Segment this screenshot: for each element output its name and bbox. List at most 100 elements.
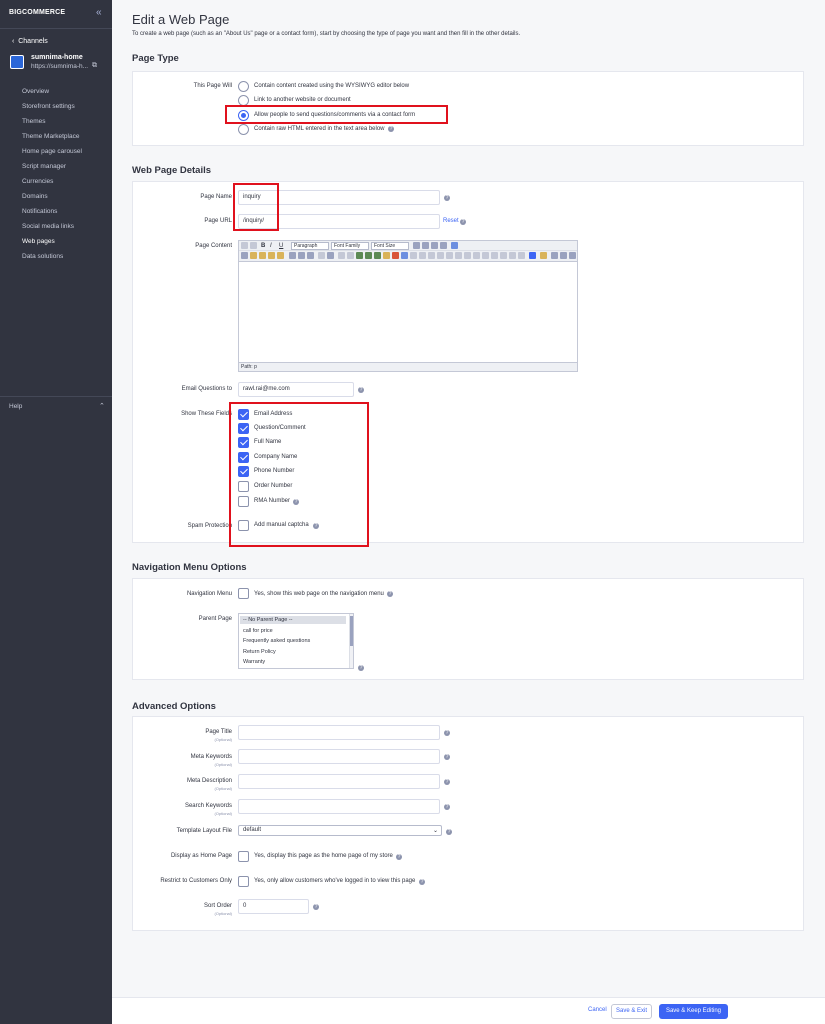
checkbox-restrict-customers[interactable] xyxy=(238,876,249,887)
save-exit-button[interactable]: Save & Exit xyxy=(611,1004,652,1019)
font-family-dropdown[interactable]: Font Family xyxy=(331,242,369,250)
align-right-icon[interactable] xyxy=(431,242,438,249)
delete-col-icon[interactable] xyxy=(473,252,480,259)
html-icon[interactable] xyxy=(401,252,408,259)
bigcommerce-logo[interactable]: BIGCOMMERCE xyxy=(9,9,65,16)
redo-icon[interactable] xyxy=(250,242,257,249)
align-justify-icon[interactable] xyxy=(440,242,447,249)
sub-icon[interactable] xyxy=(491,252,498,259)
sidebar-item-storefront-settings[interactable]: Storefront settings xyxy=(22,103,75,110)
bold-icon[interactable]: B xyxy=(261,243,268,250)
sidebar-item-home-page-carousel[interactable]: Home page carousel xyxy=(22,148,82,155)
split-icon[interactable] xyxy=(455,252,462,259)
table-icon[interactable] xyxy=(410,252,417,259)
help-icon[interactable]: ? xyxy=(444,779,450,785)
sort-order-input[interactable]: 0 xyxy=(238,899,309,914)
help-icon[interactable]: ? xyxy=(358,665,364,671)
format-dropdown[interactable]: Paragraph xyxy=(291,242,329,250)
help-icon[interactable]: ? xyxy=(444,804,450,810)
radio-raw-html[interactable] xyxy=(238,124,249,135)
meta-description-input[interactable] xyxy=(238,774,440,789)
find-icon[interactable] xyxy=(289,252,296,259)
help-icon[interactable]: ? xyxy=(419,879,425,885)
scrollbar-thumb[interactable] xyxy=(350,616,353,646)
sidebar-item-currencies[interactable]: Currencies xyxy=(22,178,53,185)
hr-icon[interactable] xyxy=(551,252,558,259)
sidebar-item-web-pages[interactable]: Web pages xyxy=(22,238,55,245)
help-icon[interactable]: ? xyxy=(444,195,450,201)
help-icon[interactable]: ? xyxy=(313,904,319,910)
help-icon[interactable]: ? xyxy=(396,854,402,860)
cancel-button[interactable]: Cancel xyxy=(588,1007,607,1013)
store-url[interactable]: https://sumnima-h... xyxy=(31,63,88,70)
paste-text-icon[interactable] xyxy=(268,252,275,259)
checkbox-show-in-navigation[interactable] xyxy=(238,588,249,599)
search-keywords-input[interactable] xyxy=(238,799,440,814)
outdent-icon[interactable] xyxy=(318,252,325,259)
help-icon[interactable]: ? xyxy=(387,591,393,597)
sidebar-item-domains[interactable]: Domains xyxy=(22,193,48,200)
help-icon[interactable]: ? xyxy=(444,730,450,736)
anchor-icon[interactable] xyxy=(374,252,381,259)
paste-word-icon[interactable] xyxy=(277,252,284,259)
unlink-icon[interactable] xyxy=(365,252,372,259)
parent-option[interactable]: Frequently asked questions xyxy=(243,638,310,644)
cell-icon[interactable] xyxy=(437,252,444,259)
meta-keywords-input[interactable] xyxy=(238,749,440,764)
number-list-icon[interactable] xyxy=(307,252,314,259)
font-size-dropdown[interactable]: Font Size xyxy=(371,242,409,250)
listbox-scrollbar[interactable] xyxy=(349,614,353,668)
undo-icon[interactable] xyxy=(241,242,248,249)
help-icon[interactable]: ? xyxy=(446,829,452,835)
help-icon[interactable]: ? xyxy=(460,219,466,225)
sidebar-item-overview[interactable]: Overview xyxy=(22,88,49,95)
delete-row-icon[interactable] xyxy=(464,252,471,259)
sidebar-item-theme-marketplace[interactable]: Theme Marketplace xyxy=(22,133,79,140)
image2-icon[interactable] xyxy=(383,252,390,259)
charmap-icon[interactable] xyxy=(569,252,576,259)
checkbox-display-home[interactable] xyxy=(238,851,249,862)
help-icon[interactable]: ? xyxy=(358,387,364,393)
bullet-list-icon[interactable] xyxy=(298,252,305,259)
template-layout-select[interactable]: default ⌄ xyxy=(238,825,442,836)
media-icon[interactable] xyxy=(392,252,399,259)
link-icon[interactable] xyxy=(356,252,363,259)
sidebar-item-social-media-links[interactable]: Social media links xyxy=(22,223,74,230)
sidebar-item-notifications[interactable]: Notifications xyxy=(22,208,57,215)
col-icon[interactable] xyxy=(428,252,435,259)
sidebar-item-script-manager[interactable]: Script manager xyxy=(22,163,66,170)
bg-color-icon[interactable] xyxy=(540,252,547,259)
radio-wysiwyg[interactable] xyxy=(238,81,249,92)
merge-icon[interactable] xyxy=(446,252,453,259)
props-icon[interactable] xyxy=(482,252,489,259)
email-questions-input[interactable]: rawl.rai@me.com xyxy=(238,382,354,397)
save-keep-editing-button[interactable]: Save & Keep Editing xyxy=(659,1004,728,1019)
blockquote-icon[interactable] xyxy=(338,252,345,259)
row-icon[interactable] xyxy=(419,252,426,259)
collapse-sidebar-icon[interactable]: « xyxy=(96,7,102,18)
sup-icon[interactable] xyxy=(500,252,507,259)
parent-option[interactable]: -- No Parent Page -- xyxy=(243,617,293,623)
parent-option[interactable]: Return Policy xyxy=(243,649,276,655)
sidebar-item-data-solutions[interactable]: Data solutions xyxy=(22,253,63,260)
help-icon[interactable]: ? xyxy=(444,754,450,760)
align-left-icon[interactable] xyxy=(413,242,420,249)
page-title-input[interactable] xyxy=(238,725,440,740)
undo2-icon[interactable] xyxy=(347,252,354,259)
help-menu[interactable]: Help xyxy=(9,403,22,410)
image-icon[interactable] xyxy=(451,242,458,249)
fullscreen-icon[interactable] xyxy=(560,252,567,259)
copy-icon[interactable] xyxy=(250,252,257,259)
parent-option[interactable]: Warranty xyxy=(243,659,265,665)
sidebar-item-themes[interactable]: Themes xyxy=(22,118,45,125)
indent-icon[interactable] xyxy=(327,252,334,259)
paste-icon[interactable] xyxy=(259,252,266,259)
text-color-icon[interactable] xyxy=(529,252,536,259)
underline-icon[interactable]: U xyxy=(279,243,286,250)
external-link-icon[interactable]: ⧉ xyxy=(92,62,97,70)
parent-page-listbox[interactable]: -- No Parent Page -- call for price Freq… xyxy=(238,613,354,669)
chevron-up-icon[interactable]: ⌃ xyxy=(99,402,105,410)
channels-back-link[interactable]: ‹ Channels xyxy=(12,38,48,45)
strike-icon[interactable] xyxy=(509,252,516,259)
align-center-icon[interactable] xyxy=(422,242,429,249)
